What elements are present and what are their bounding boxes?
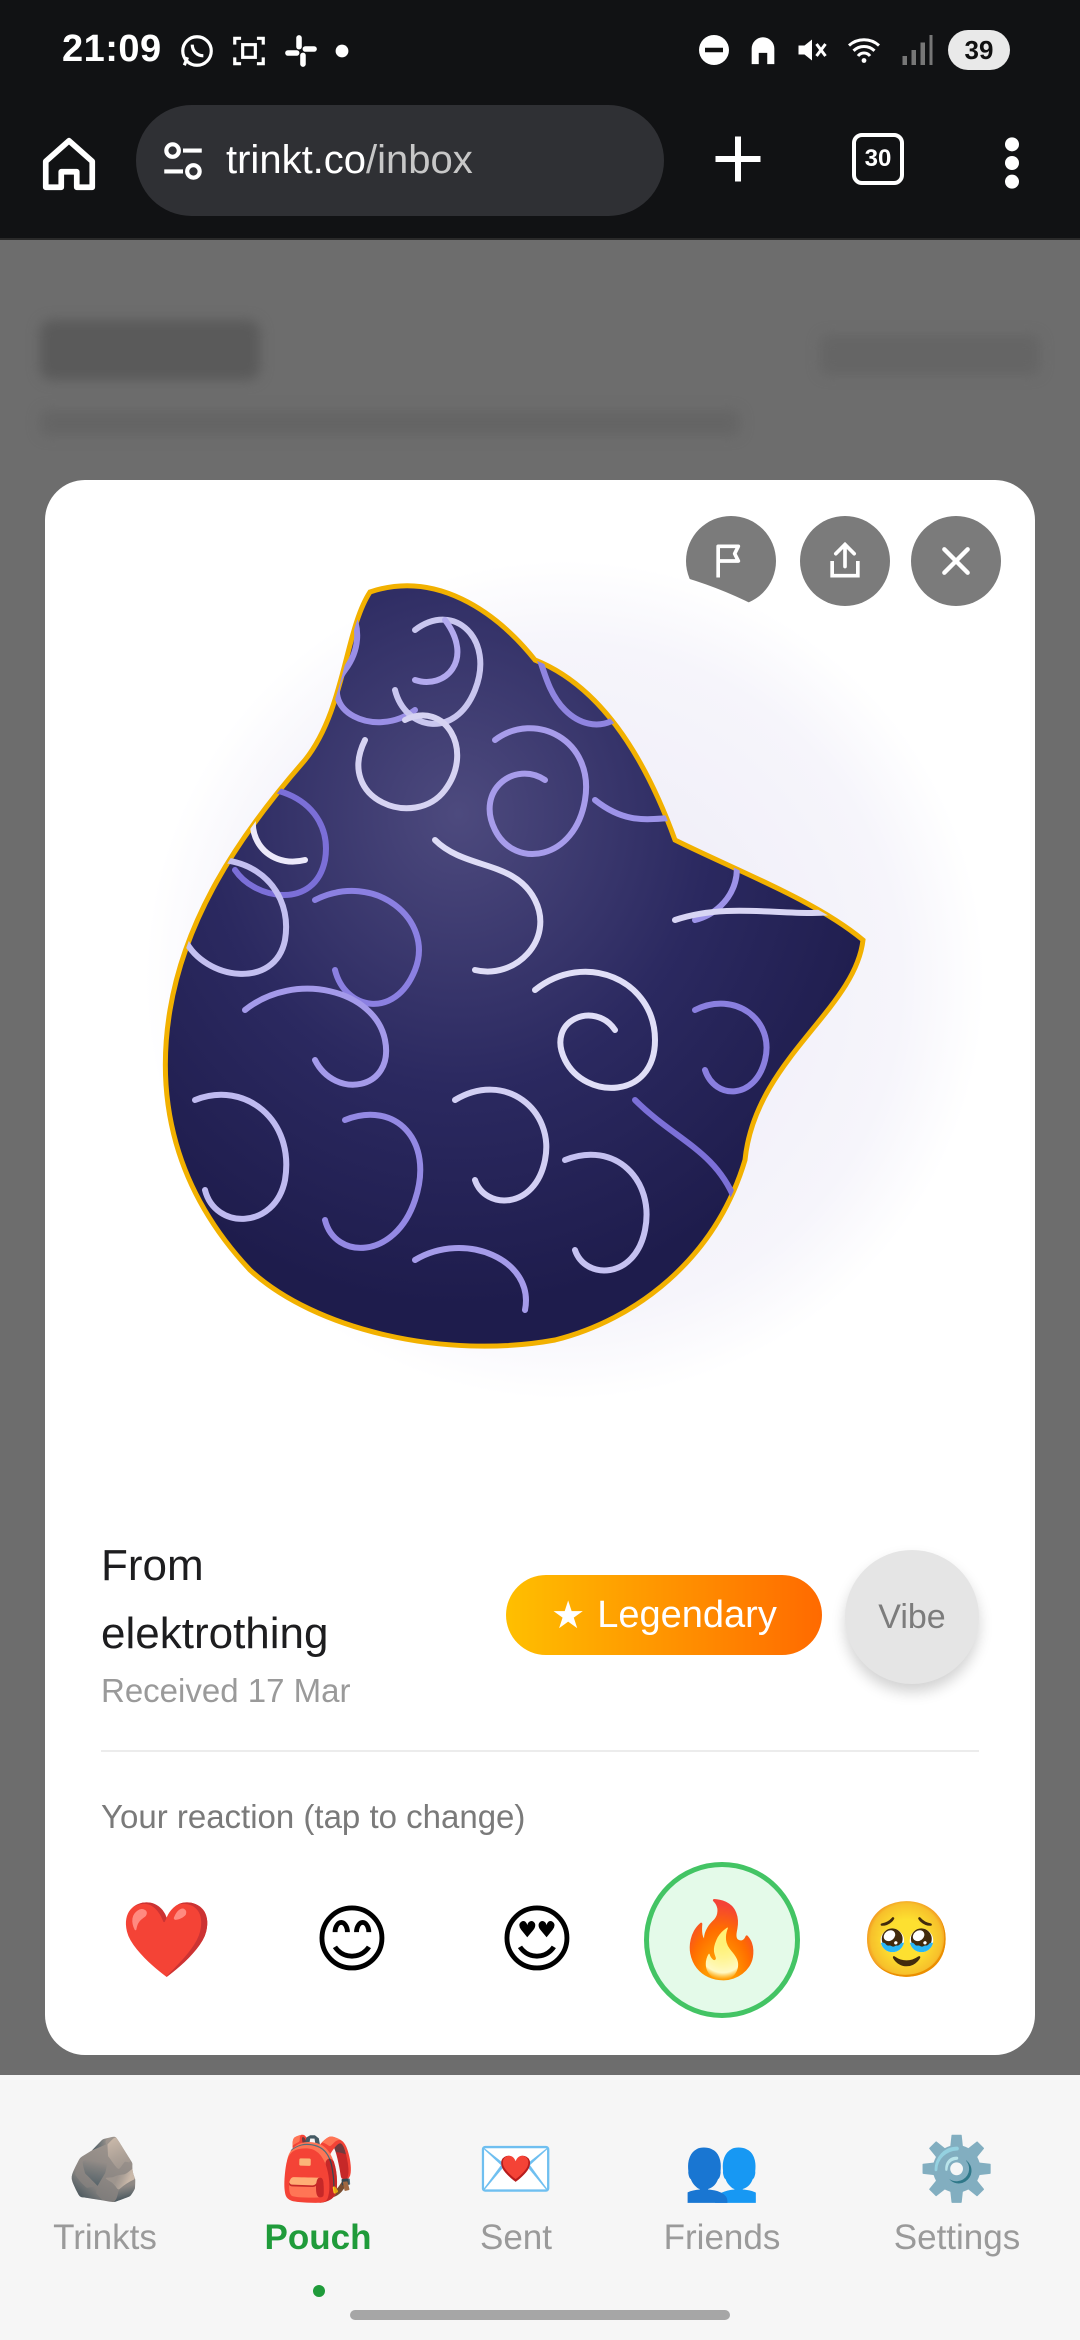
reaction-holding-back-tears[interactable]: 🥹: [829, 1862, 985, 2018]
trinkt-detail-card: From elektrothing Received 17 Mar ★ Lege…: [45, 480, 1035, 2055]
trinkt-stone-image: [145, 560, 985, 1400]
tab-switcher-button[interactable]: 30: [852, 133, 904, 185]
nav-sent-label: Sent: [480, 2218, 552, 2257]
rarity-badge: ★ Legendary: [506, 1575, 822, 1655]
active-tab-indicator: [313, 2285, 325, 2297]
reaction-picker: ❤️ 😊 😍 🔥 🥹: [101, 1850, 979, 2018]
nav-trinkts[interactable]: 🪨 Trinkts: [5, 2130, 205, 2258]
backpack-icon: 🎒: [279, 2135, 357, 2204]
battery-level: 39: [948, 30, 1010, 70]
nav-pouch-label: Pouch: [264, 2218, 372, 2257]
url-path: /inbox: [366, 138, 473, 182]
status-bar: 21:09 39: [0, 0, 1080, 105]
cell-signal-icon: [902, 35, 933, 65]
divider: [101, 1750, 979, 1752]
from-label: From: [101, 1541, 204, 1590]
reaction-smile[interactable]: 😊: [274, 1862, 430, 2018]
wifi-icon: [848, 38, 880, 63]
nav-trinkts-label: Trinkts: [53, 2218, 157, 2257]
home-signal-icon: [751, 37, 775, 65]
nav-pouch[interactable]: 🎒 Pouch: [218, 2130, 418, 2258]
rarity-label: Legendary: [597, 1593, 777, 1636]
reaction-fire-selected[interactable]: 🔥: [644, 1862, 800, 2018]
system-icons: 39: [696, 30, 1010, 70]
received-date: Received 17 Mar: [101, 1672, 351, 1709]
screenshot-icon: [233, 36, 265, 66]
reaction-heart-eyes[interactable]: 😍: [459, 1862, 615, 2018]
url-text: trinkt.co/inbox: [226, 138, 473, 183]
dot-icon: [335, 44, 349, 58]
notification-icons: [178, 32, 350, 70]
dnd-icon: [699, 35, 729, 65]
blurred-page-action: [820, 335, 1040, 375]
nav-friends[interactable]: 👥 Friends: [622, 2130, 822, 2258]
vibe-button[interactable]: Vibe: [845, 1550, 979, 1684]
more-options-icon[interactable]: [1000, 135, 1024, 191]
gesture-bar[interactable]: [350, 2310, 730, 2320]
sender-info: From elektrothing Received 17 Mar: [101, 1532, 350, 1710]
blurred-page-subtitle: [40, 410, 740, 436]
nav-settings[interactable]: ⚙️ Settings: [857, 2130, 1057, 2258]
nav-sent[interactable]: 💌 Sent: [416, 2130, 616, 2258]
bottom-nav: 🪨 Trinkts 🎒 Pouch 💌 Sent 👥 Friends ⚙️ Se…: [0, 2075, 1080, 2340]
clock: 21:09: [62, 28, 162, 70]
gear-icon: ⚙️: [918, 2135, 996, 2204]
slack-icon: [285, 35, 317, 67]
address-bar[interactable]: trinkt.co/inbox: [136, 105, 664, 216]
site-settings-icon[interactable]: [158, 136, 208, 186]
nav-settings-label: Settings: [893, 2218, 1021, 2257]
blurred-page-title: [40, 320, 260, 380]
home-icon[interactable]: [38, 133, 100, 195]
rock-icon: 🪨: [66, 2135, 144, 2204]
love-letter-icon: 💌: [477, 2135, 555, 2204]
reaction-prompt: Your reaction (tap to change): [101, 1798, 526, 1835]
new-tab-icon[interactable]: [708, 129, 768, 189]
star-icon: ★: [551, 1594, 586, 1637]
browser-toolbar: trinkt.co/inbox 30: [0, 105, 1080, 240]
whatsapp-icon: [181, 35, 213, 67]
mute-icon: [798, 39, 827, 61]
nav-friends-label: Friends: [663, 2218, 781, 2257]
url-domain: trinkt.co: [226, 138, 367, 182]
reaction-heart[interactable]: ❤️: [89, 1862, 245, 2018]
sender-name[interactable]: elektrothing: [101, 1600, 350, 1668]
friends-icon: 👥: [683, 2135, 761, 2204]
